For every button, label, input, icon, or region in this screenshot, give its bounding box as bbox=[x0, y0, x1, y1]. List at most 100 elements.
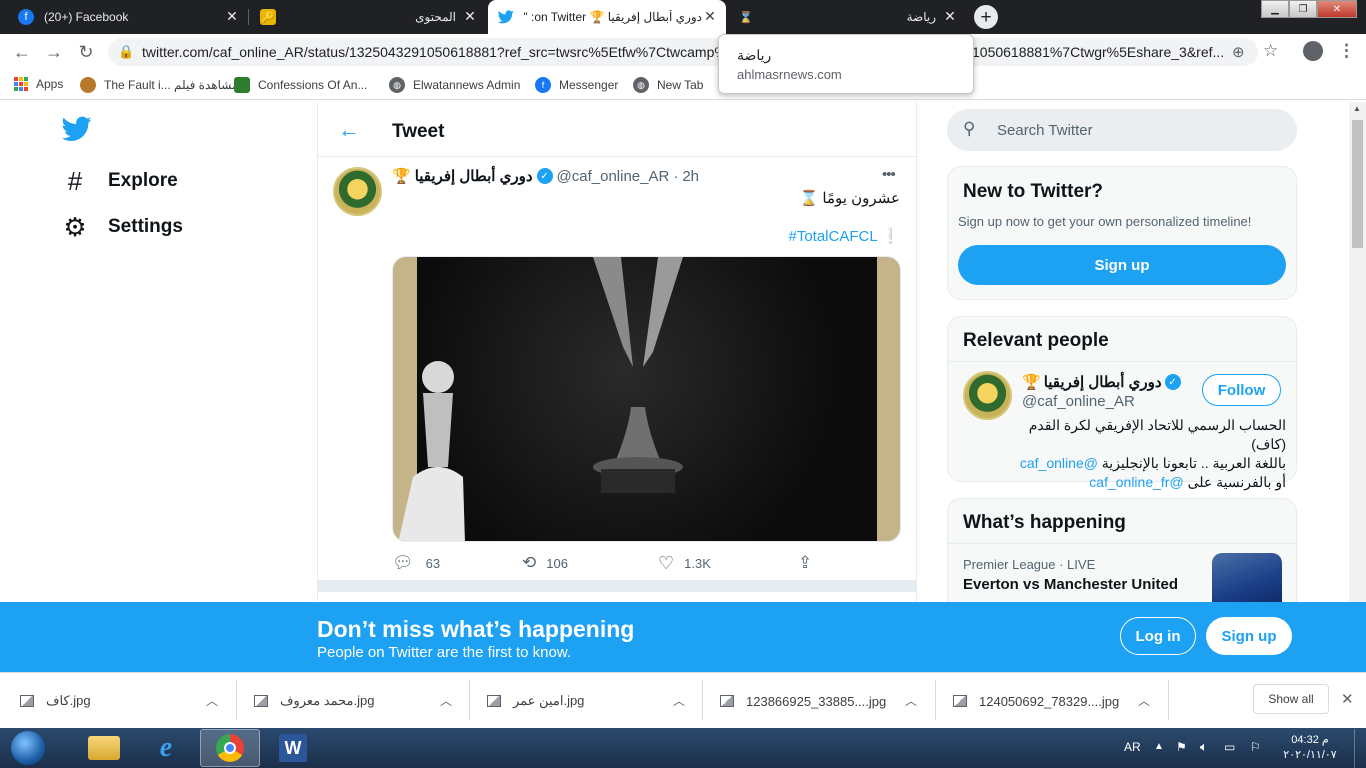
tab-facebook[interactable]: f (20+) Facebook ✕ bbox=[8, 0, 248, 34]
share-icon[interactable]: ⇪ bbox=[798, 553, 812, 573]
close-window-button[interactable]: ✕ bbox=[1317, 0, 1357, 18]
more-options-icon[interactable]: ••• bbox=[882, 166, 896, 183]
flag-icon[interactable]: ⚐ bbox=[1250, 740, 1261, 754]
bookmark-apps[interactable]: Apps bbox=[14, 77, 63, 91]
maximize-button[interactable]: ❐ bbox=[1289, 0, 1317, 18]
download-item[interactable]: محمد معروف.jpg bbox=[254, 688, 374, 714]
trophy-emoji: 🏆 bbox=[1022, 374, 1041, 391]
person-bio: الحساب الرسمي للاتحاد الإفريقي لكرة القد… bbox=[1008, 416, 1286, 492]
sign-up-button[interactable]: Sign up bbox=[958, 245, 1286, 285]
clock-date: ٢٠٢٠/١١/٠٧ bbox=[1283, 749, 1337, 761]
language-indicator[interactable]: AR bbox=[1124, 740, 1141, 754]
add-icon[interactable]: ⊕ bbox=[1232, 43, 1245, 61]
chevron-up-icon[interactable]: ︿ bbox=[440, 692, 452, 709]
avatar[interactable] bbox=[963, 371, 1012, 420]
banner-subtitle: People on Twitter are the first to know. bbox=[317, 644, 572, 661]
nav-label: Settings bbox=[108, 216, 183, 237]
tiger-icon bbox=[80, 77, 96, 93]
clock[interactable]: 04:32 م ٢٠٢٠/١١/٠٧ bbox=[1280, 733, 1340, 763]
like-button[interactable]: ♡ 1.3K bbox=[658, 553, 711, 574]
chevron-up-icon[interactable]: ︿ bbox=[206, 692, 218, 709]
bookmark-fault[interactable]: The Fault i... مشاهدة فيلم bbox=[80, 77, 238, 93]
close-tab-icon[interactable]: ✕ bbox=[942, 8, 958, 24]
bookmark-new-tab[interactable]: ◍ New Tab bbox=[633, 77, 703, 93]
close-tab-icon[interactable]: ✕ bbox=[702, 8, 718, 24]
star-icon[interactable]: ☆ bbox=[1263, 41, 1278, 61]
follow-button[interactable]: Follow bbox=[1202, 374, 1281, 406]
start-button[interactable] bbox=[0, 729, 56, 767]
person-name[interactable]: دوري أبطال إفريقيا bbox=[1044, 373, 1162, 391]
image-file-icon bbox=[953, 695, 967, 707]
twitter-logo-icon[interactable] bbox=[61, 116, 92, 147]
nav-settings[interactable]: ⚙ Settings bbox=[62, 212, 183, 242]
download-item[interactable]: 123866925_33885....jpg bbox=[720, 688, 886, 714]
tab-content[interactable]: 🔑 المحتوى ✕ bbox=[250, 0, 486, 34]
apps-grid-icon bbox=[14, 77, 28, 91]
tweet-time[interactable]: 2h bbox=[682, 168, 699, 185]
back-arrow-icon[interactable]: ← bbox=[338, 117, 360, 143]
section-divider bbox=[317, 580, 917, 592]
menu-kebab-icon[interactable]: ⋮ bbox=[1338, 41, 1355, 61]
trend-thumbnail[interactable] bbox=[1212, 553, 1282, 605]
author-name[interactable]: دوري أبطال إفريقيا bbox=[415, 167, 533, 185]
tab-sports[interactable]: ⌛ رياضة ✕ bbox=[728, 0, 966, 34]
chevron-up-icon[interactable]: ︿ bbox=[673, 692, 685, 709]
sign-up-button[interactable]: Sign up bbox=[1206, 617, 1292, 655]
network-icon[interactable]: ▭ bbox=[1224, 740, 1235, 754]
retweet-button[interactable]: ⟲ 106 bbox=[522, 553, 568, 573]
tweet-media-image[interactable] bbox=[392, 256, 901, 542]
close-tab-icon[interactable]: ✕ bbox=[224, 8, 240, 24]
new-tab-button[interactable]: + bbox=[974, 5, 998, 29]
bookmark-label: The Fault i... مشاهدة فيلم bbox=[104, 78, 239, 92]
show-all-button[interactable]: Show all bbox=[1253, 684, 1329, 714]
clock-time: 04:32 م bbox=[1291, 734, 1329, 746]
action-center-icon[interactable]: ⚑ bbox=[1176, 740, 1187, 754]
chrome-taskbar-button[interactable] bbox=[200, 729, 260, 767]
download-item[interactable]: امين عمر.jpg bbox=[487, 688, 584, 714]
scroll-up-icon[interactable]: ▲ bbox=[1353, 104, 1361, 113]
download-item[interactable]: كاف.jpg bbox=[20, 688, 91, 714]
volume-icon[interactable]: 🔈︎ bbox=[1200, 739, 1208, 755]
show-desktop-button[interactable] bbox=[1354, 729, 1366, 768]
avatar[interactable] bbox=[333, 167, 382, 216]
windows-orb-icon bbox=[11, 731, 45, 765]
page-scrollbar[interactable]: ▲ ▼ bbox=[1349, 102, 1366, 672]
card-divider bbox=[948, 361, 1296, 362]
tweet-hashtag-row: #TotalCAFCL ❕ bbox=[700, 227, 900, 245]
tweet-hashtag[interactable]: #TotalCAFCL bbox=[788, 228, 877, 245]
minimize-button[interactable]: ▁ bbox=[1261, 0, 1289, 18]
nav-explore[interactable]: # Explore bbox=[62, 166, 178, 196]
forward-arrow-icon[interactable]: → bbox=[42, 40, 66, 64]
show-hidden-icons[interactable]: ▲ bbox=[1154, 741, 1164, 752]
bookmark-messenger[interactable]: f Messenger bbox=[535, 77, 618, 93]
profile-avatar-icon[interactable] bbox=[1303, 41, 1323, 61]
new-to-twitter-card: New to Twitter? Sign up now to get your … bbox=[947, 166, 1297, 300]
log-in-button[interactable]: Log in bbox=[1120, 617, 1196, 655]
bookmark-confessions[interactable]: Confessions Of An... bbox=[234, 77, 367, 93]
close-downloads-icon[interactable]: ✕ bbox=[1341, 690, 1354, 708]
url-text-tail[interactable]: 1050618881%7Ctwgr%5Eshare_3&ref... bbox=[972, 44, 1225, 60]
word-taskbar-button[interactable]: W bbox=[264, 729, 322, 767]
verified-icon: ✓ bbox=[1164, 374, 1181, 390]
person-handle[interactable]: @caf_online_AR bbox=[1022, 393, 1135, 410]
bio-link[interactable]: @caf_online_fr bbox=[1089, 474, 1183, 490]
tab-twitter-active[interactable]: دوري أبطال إفريقيا 🏆 on Twitter: "عشر ✕ bbox=[488, 0, 726, 34]
download-divider bbox=[935, 680, 936, 720]
chevron-up-icon[interactable]: ︿ bbox=[905, 692, 917, 709]
close-tab-icon[interactable]: ✕ bbox=[462, 8, 478, 24]
bookmark-elwatannews[interactable]: ◍ Elwatannews Admin bbox=[389, 77, 520, 93]
reply-icon: 💬︎ bbox=[392, 553, 414, 572]
download-item[interactable]: 124050692_78329....jpg bbox=[953, 688, 1119, 714]
explorer-taskbar-button[interactable] bbox=[76, 729, 132, 767]
ie-taskbar-button[interactable]: e bbox=[138, 729, 194, 767]
bio-line: أو بالفرنسية على bbox=[1187, 474, 1286, 490]
chevron-up-icon[interactable]: ︿ bbox=[1138, 692, 1150, 709]
reply-button[interactable]: 💬︎ 63 bbox=[392, 553, 440, 573]
reload-icon[interactable]: ↻ bbox=[74, 40, 98, 64]
scrollbar-thumb[interactable] bbox=[1352, 120, 1363, 248]
back-arrow-icon[interactable]: ← bbox=[10, 40, 34, 64]
author-handle[interactable]: @caf_online_AR bbox=[557, 168, 670, 185]
search-input[interactable]: ⚲ Search Twitter bbox=[947, 109, 1297, 151]
trend-headline[interactable]: Everton vs Manchester United bbox=[963, 576, 1178, 593]
bio-link[interactable]: @caf_online bbox=[1020, 455, 1098, 471]
